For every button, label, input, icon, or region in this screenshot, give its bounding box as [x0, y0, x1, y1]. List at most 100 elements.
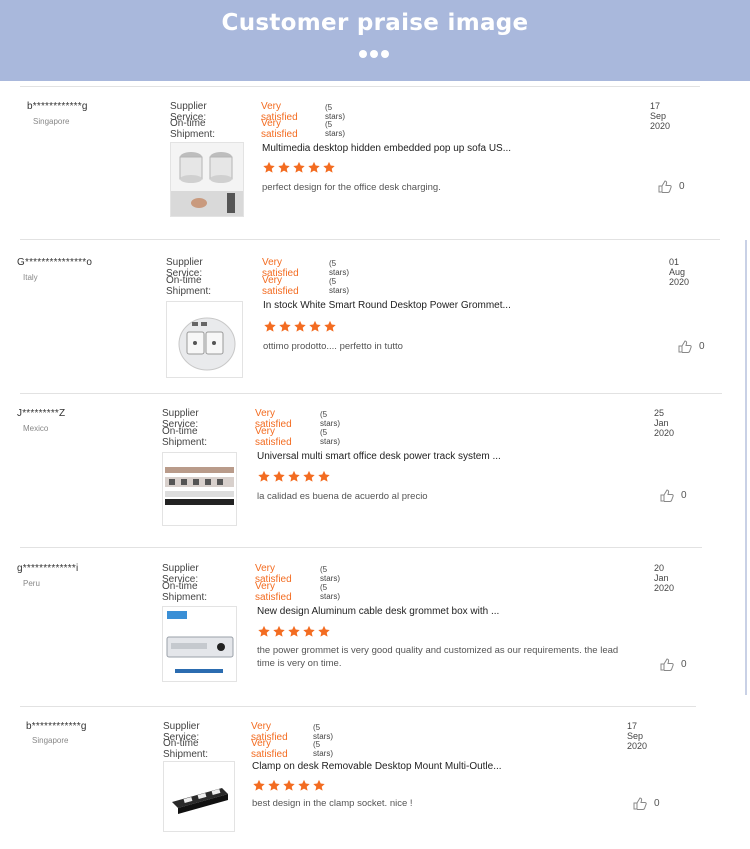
like-count: 0	[679, 181, 685, 192]
star-icon	[308, 161, 320, 173]
dot-icon	[370, 50, 378, 58]
review-comment: ottimo prodotto.... perfetto in tutto	[263, 341, 403, 352]
star-icon	[298, 779, 310, 791]
product-title-link[interactable]: Clamp on desk Removable Desktop Mount Mu…	[252, 761, 502, 772]
pop-up-socket-image[interactable]	[170, 142, 244, 217]
review-date: 17 Sep 2020	[650, 101, 671, 131]
reviewer-country: Mexico	[23, 424, 49, 433]
reviewer-name: G***************o	[17, 257, 93, 268]
reviewer-country: Singapore	[33, 117, 70, 126]
thumbs-up-icon	[678, 340, 692, 353]
like-button[interactable]: 0	[660, 489, 687, 502]
like-count: 0	[654, 798, 660, 809]
product-title-link[interactable]: Multimedia desktop hidden embedded pop u…	[262, 143, 511, 154]
shipment-stars: (5 stars)	[329, 277, 349, 295]
star-rating	[257, 625, 331, 638]
review-date: 20 Jan 2020	[654, 563, 675, 593]
star-rating	[252, 779, 326, 792]
star-icon	[313, 779, 325, 791]
star-icon	[318, 470, 330, 482]
star-icon	[303, 470, 315, 482]
page-title: Customer praise image	[221, 10, 529, 36]
divider	[20, 86, 700, 87]
star-icon	[258, 625, 270, 637]
round-grommet-image[interactable]	[166, 301, 243, 378]
shipment-label: On-time Shipment:	[162, 426, 208, 448]
star-icon	[324, 320, 336, 332]
shipment-value: Very satisfied	[251, 738, 288, 760]
product-title-link[interactable]: New design Aluminum cable desk grommet b…	[257, 606, 499, 617]
star-rating	[263, 320, 337, 333]
star-rating	[257, 470, 331, 483]
shipment-label: On-time Shipment:	[170, 118, 216, 140]
reviewer-name: g*************i	[17, 563, 79, 574]
shipment-label: On-time Shipment:	[163, 738, 209, 760]
reviewer-name: J*********Z	[17, 408, 66, 419]
reviewer-country: Peru	[23, 579, 40, 588]
divider	[20, 547, 702, 548]
power-track-image[interactable]	[162, 452, 237, 526]
shipment-stars: (5 stars)	[320, 428, 340, 446]
supplier-service-stars: (5 stars)	[329, 259, 349, 277]
review-comment: la calidad es buena de acuerdo al precio	[257, 491, 428, 502]
reviewer-country: Singapore	[32, 736, 69, 745]
dot-icon	[359, 50, 367, 58]
like-button[interactable]: 0	[633, 797, 660, 810]
divider	[20, 706, 696, 707]
star-icon	[288, 470, 300, 482]
star-icon	[268, 779, 280, 791]
header-banner: Customer praise image	[0, 0, 750, 81]
divider	[20, 393, 722, 394]
shipment-stars: (5 stars)	[313, 740, 333, 758]
divider	[20, 239, 720, 240]
thumbs-up-icon	[633, 797, 647, 810]
product-title-link[interactable]: Universal multi smart office desk power …	[257, 451, 501, 462]
clamp-socket-image[interactable]	[163, 761, 235, 832]
reviewer-name: b************g	[27, 101, 88, 112]
star-icon	[278, 161, 290, 173]
review-date: 17 Sep 2020	[627, 721, 648, 751]
thumbs-up-icon	[660, 489, 674, 502]
review-comment: the power grommet is very good quality a…	[257, 645, 619, 669]
shipment-value: Very satisfied	[255, 426, 292, 448]
star-icon	[318, 625, 330, 637]
thumbs-up-icon	[658, 180, 672, 193]
shipment-label: On-time Shipment:	[166, 275, 212, 297]
shipment-label: On-time Shipment:	[162, 581, 208, 603]
review-comment: perfect design for the office desk charg…	[262, 182, 441, 193]
like-count: 0	[699, 341, 705, 352]
star-icon	[288, 625, 300, 637]
star-icon	[279, 320, 291, 332]
like-button[interactable]: 0	[678, 340, 705, 353]
decorative-dots	[359, 50, 389, 58]
review-date: 01 Aug 2020	[669, 257, 690, 287]
like-button[interactable]: 0	[660, 658, 687, 671]
star-icon	[273, 625, 285, 637]
grommet-box-image[interactable]	[162, 606, 237, 682]
like-button[interactable]: 0	[658, 180, 685, 193]
shipment-value: Very satisfied	[262, 275, 299, 297]
supplier-service-stars: (5 stars)	[320, 565, 340, 583]
shipment-value: Very satisfied	[255, 581, 292, 603]
star-icon	[309, 320, 321, 332]
supplier-service-stars: (5 stars)	[325, 103, 345, 121]
star-rating	[262, 161, 336, 174]
like-count: 0	[681, 659, 687, 670]
supplier-service-stars: (5 stars)	[313, 723, 333, 741]
shipment-value: Very satisfied	[261, 118, 298, 140]
reviewer-name: b************g	[26, 721, 87, 732]
dot-icon	[381, 50, 389, 58]
star-icon	[323, 161, 335, 173]
shipment-stars: (5 stars)	[325, 120, 345, 138]
product-title-link[interactable]: In stock White Smart Round Desktop Power…	[263, 300, 511, 311]
review-comment: best design in the clamp socket. nice !	[252, 798, 413, 809]
scroll-edge	[745, 240, 747, 695]
star-icon	[258, 470, 270, 482]
thumbs-up-icon	[660, 658, 674, 671]
star-icon	[273, 470, 285, 482]
star-icon	[283, 779, 295, 791]
shipment-stars: (5 stars)	[320, 583, 340, 601]
star-icon	[294, 320, 306, 332]
reviewer-country: Italy	[23, 273, 38, 282]
star-icon	[263, 161, 275, 173]
